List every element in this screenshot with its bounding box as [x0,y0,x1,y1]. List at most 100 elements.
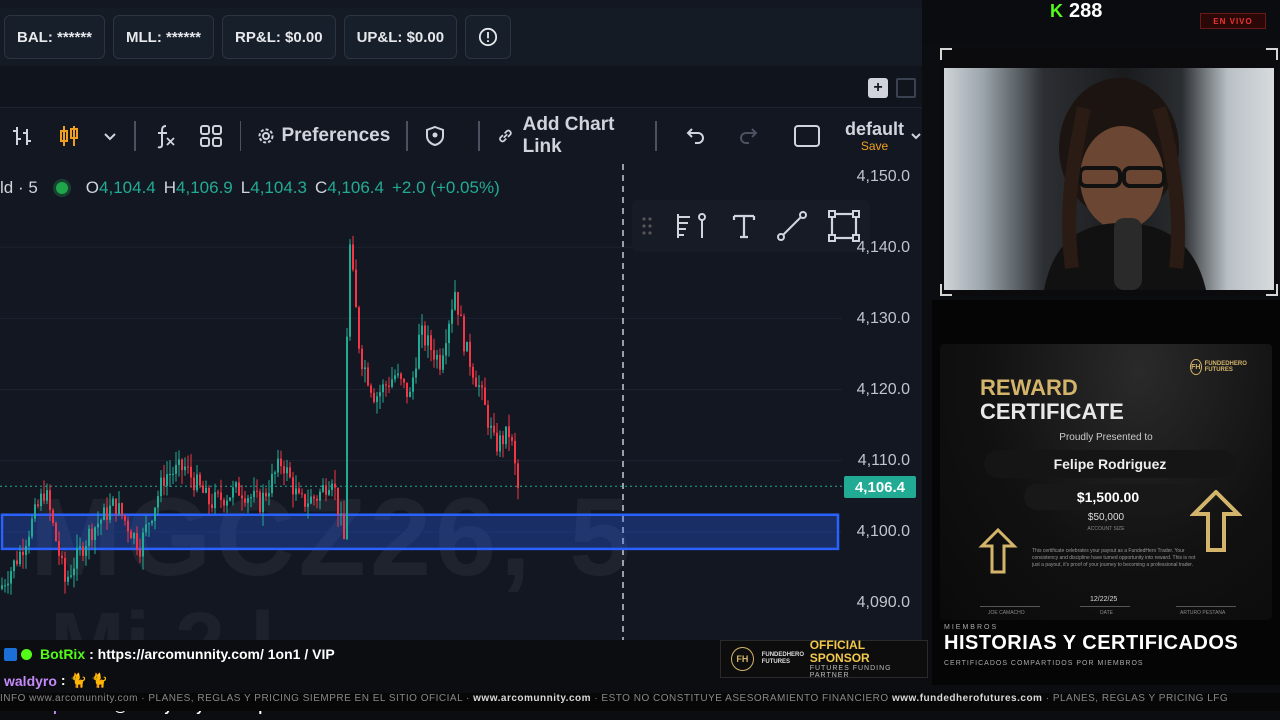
candle-body [172,473,174,475]
candle-body [109,505,111,520]
candle-body [421,325,423,335]
streamer-silhouette [1044,78,1206,290]
layout-name: default [845,119,905,139]
undo-button[interactable] [673,108,717,164]
verified-badge-icon [21,648,32,660]
price-zone-rectangle [0,513,840,551]
candle-body [118,503,120,515]
last-price-tag: 4,106.4 [844,476,916,498]
candle-body [253,490,255,498]
arrow-right-decor-icon [1190,490,1242,552]
sponsor-logo-icon: FH [731,647,754,671]
sponsor-banner: FH FUNDEDHERO FUTURES OFFICIAL SPONSOR F… [720,639,928,679]
candle-body [352,244,354,270]
candle-body [478,385,480,387]
candle-body [88,528,90,546]
candle-body [157,496,159,508]
price-tick: 4,100.0 [856,523,910,540]
chart-toolbar: Preferences Add Chart Link default Save [0,108,922,164]
chat-message: BotRix : https://arcomunnity.com/ 1on1 /… [4,646,335,662]
candle-body [55,522,57,542]
candle-body [358,307,360,349]
candle-body [160,477,162,497]
add-chart-link-button[interactable]: Add Chart Link [486,108,650,164]
payout-amount: $1,500.00 [1024,484,1192,510]
candle-body [343,513,345,540]
indicators-button[interactable] [142,108,188,164]
candle-body [298,488,300,494]
candle-body [67,576,69,582]
candle-body [79,546,81,548]
candle-body [511,437,513,441]
unrealized-pnl-pill[interactable]: UP&L: $0.00 [343,15,458,59]
info-button[interactable] [465,15,512,59]
candle-body [391,379,393,387]
certificate-panel: FH FUNDEDHERO FUTURES REWARD CERTIFICATE … [932,300,1280,685]
layouts-button[interactable] [188,108,234,164]
candle-body [136,533,138,550]
candle-body [13,560,15,572]
candle-body [454,292,456,310]
gear-icon [258,128,274,144]
toolbar-divider [655,121,658,151]
risk-shield-button[interactable] [414,108,456,164]
certificate-body-text: This certificate celebrates your payout … [1032,548,1196,568]
add-panel-button[interactable]: + [868,78,888,98]
candle-body [4,585,6,587]
candle-body [349,244,351,337]
live-badge: EN VIVO [1200,13,1266,29]
candle-body [448,323,450,344]
presented-label: Proudly Presented to [1059,432,1153,443]
drag-handle-icon[interactable] [641,215,653,237]
chart-canvas[interactable]: MGCZ26, 5 Mi 2 l ld · 5 O4,104.4 H4,106.… [0,164,922,640]
fib-tool-icon[interactable] [672,211,712,241]
redo-icon [740,128,758,144]
candle-body [325,485,327,495]
candle-body [91,528,93,541]
candle-body [442,355,444,370]
market-status-icon [55,182,68,194]
fullscreen-button[interactable] [783,108,831,164]
candle-type-button[interactable] [46,108,92,164]
candle-body [412,377,414,392]
candle-body [76,547,78,569]
candle-body [238,482,240,496]
layout-selector[interactable]: default Save [845,119,904,153]
candle-body [262,492,264,513]
add-chart-link-label: Add Chart Link [522,114,615,157]
price-axis[interactable]: 4,150.0 4,140.0 4,130.0 4,120.0 4,110.0 … [842,164,922,640]
candle-body [103,507,105,520]
candle-body [439,354,441,370]
price-tick: 4,110.0 [857,452,910,469]
candle-body [400,373,402,379]
maximize-button[interactable] [896,78,916,98]
ticker-mid: · ESTO NO CONSTITUYE ASESORAMIENTO FINAN… [591,693,892,704]
candle-body [16,560,18,565]
plus-icon: + [873,79,883,96]
layout-dropdown[interactable] [904,108,922,164]
certificate-brand: FUNDEDHERO FUTURES [1204,361,1247,373]
text-tool-icon[interactable] [731,212,757,240]
balance-pill[interactable]: BAL: ****** [4,15,106,59]
candle-body [469,341,471,367]
price-tick: 4,150.0 [856,168,910,185]
chart-type-dropdown[interactable] [92,108,128,164]
save-label: Save [860,139,889,153]
candle-body [169,474,171,476]
trendline-tool-icon[interactable] [776,210,808,242]
redo-button[interactable] [727,108,771,164]
candle-body [184,466,186,471]
realized-pnl-pill[interactable]: RP&L: $0.00 [222,15,336,59]
mll-pill[interactable]: MLL: ****** [113,15,215,59]
viewer-counter: K 288 [1050,0,1102,23]
gallery-title: HISTORIAS Y CERTIFICADOS [944,632,1239,654]
grid-icon [199,125,222,147]
signature-label: JOE CAMACHO [988,610,1025,616]
compare-button[interactable] [0,108,46,164]
candle-body [271,473,273,494]
candle-body [127,520,129,532]
candle-body [505,426,507,445]
candle-body [220,492,222,500]
preferences-button[interactable]: Preferences [247,108,400,164]
candle-body [322,485,324,492]
